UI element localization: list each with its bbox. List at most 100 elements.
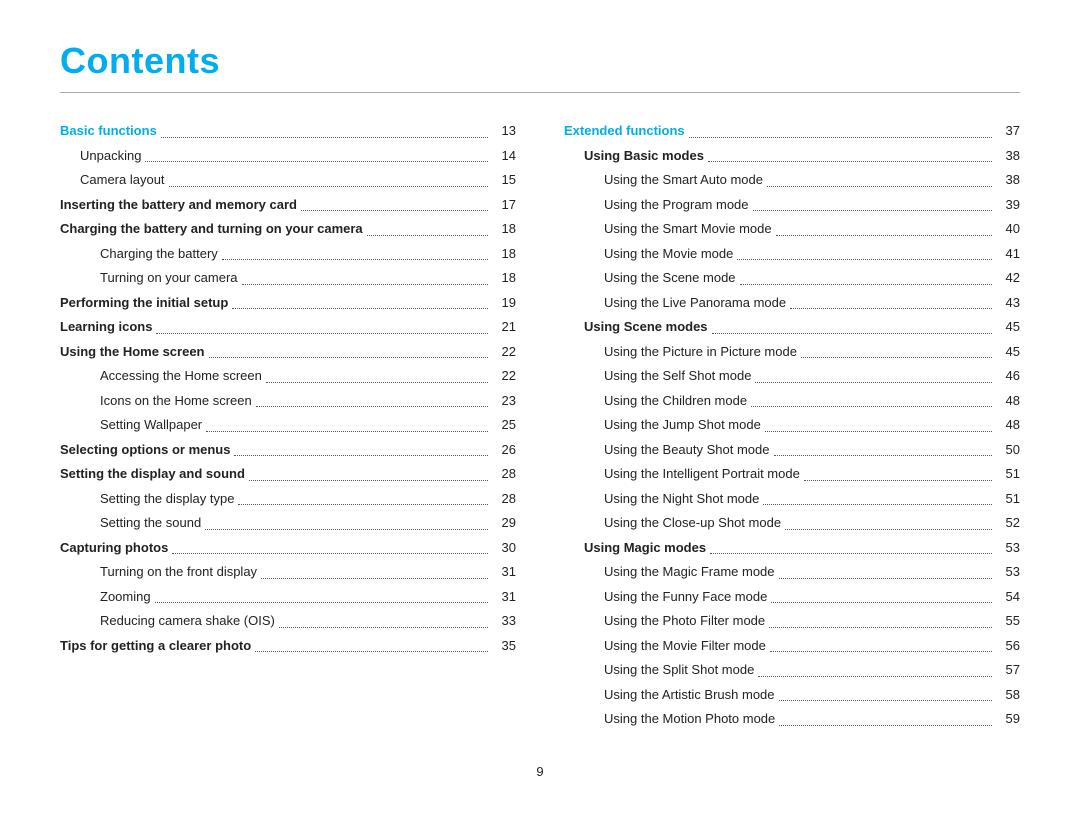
toc-dots (145, 161, 488, 162)
toc-entry: Using the Children mode48 (564, 391, 1020, 411)
toc-dots (765, 431, 992, 432)
toc-label: Charging the battery and turning on your… (60, 219, 363, 239)
toc-entry: Using Scene modes45 (564, 317, 1020, 337)
toc-entry: Using the Photo Filter mode55 (564, 611, 1020, 631)
toc-page: 35 (492, 636, 516, 656)
toc-entry: Inserting the battery and memory card17 (60, 195, 516, 215)
toc-dots (708, 161, 992, 162)
toc-columns: Basic functions13 Unpacking14 Camera layou… (60, 121, 1020, 734)
toc-label: Setting the sound (60, 513, 201, 533)
toc-entry: Performing the initial setup19 (60, 293, 516, 313)
toc-dots (753, 210, 992, 211)
toc-page: 37 (996, 121, 1020, 141)
toc-label: Using Basic modes (564, 146, 704, 166)
toc-entry: Using the Movie Filter mode56 (564, 636, 1020, 656)
page-title: Contents (60, 40, 1020, 82)
toc-dots (234, 455, 488, 456)
toc-dots (206, 431, 488, 432)
toc-entry: Using the Program mode 39 (564, 195, 1020, 215)
toc-label: Capturing photos (60, 538, 168, 558)
toc-entry: Using the Live Panorama mode43 (564, 293, 1020, 313)
toc-page: 22 (492, 342, 516, 362)
toc-dots (249, 480, 488, 481)
toc-dots (155, 602, 488, 603)
toc-label: Using the Beauty Shot mode (564, 440, 770, 460)
toc-dots (758, 676, 992, 677)
toc-page: 53 (996, 538, 1020, 558)
toc-label: Using the Live Panorama mode (564, 293, 786, 313)
toc-dots (767, 186, 992, 187)
toc-label: Setting the display and sound (60, 464, 245, 484)
toc-dots (222, 259, 488, 260)
toc-label: Zooming (60, 587, 151, 607)
toc-page: 18 (492, 244, 516, 264)
toc-dots (238, 504, 488, 505)
toc-page: 28 (492, 464, 516, 484)
toc-label: Turning on your camera (60, 268, 238, 288)
toc-page: 56 (996, 636, 1020, 656)
toc-dots (156, 333, 488, 334)
toc-page: 38 (996, 170, 1020, 190)
toc-page: 58 (996, 685, 1020, 705)
toc-label: Using the Close-up Shot mode (564, 513, 781, 533)
toc-entry: Turning on your camera18 (60, 268, 516, 288)
toc-page: 42 (996, 268, 1020, 288)
toc-entry: Using the Smart Auto mode 38 (564, 170, 1020, 190)
toc-dots (710, 553, 992, 554)
toc-entry: Setting the sound29 (60, 513, 516, 533)
toc-label: Selecting options or menus (60, 440, 230, 460)
toc-entry: Using the Movie mode41 (564, 244, 1020, 264)
toc-entry: Zooming 31 (60, 587, 516, 607)
toc-label: Learning icons (60, 317, 152, 337)
toc-dots (755, 382, 992, 383)
toc-entry: Setting the display and sound 28 (60, 464, 516, 484)
toc-dots (255, 651, 488, 652)
toc-dots (261, 578, 488, 579)
toc-label: Reducing camera shake (OIS) (60, 611, 275, 631)
toc-entry: Using the Smart Movie mode40 (564, 219, 1020, 239)
toc-entry: Setting the display type28 (60, 489, 516, 509)
toc-entry: Capturing photos 30 (60, 538, 516, 558)
toc-dots (689, 137, 992, 138)
toc-entry: Using the Scene mode42 (564, 268, 1020, 288)
toc-page: 41 (996, 244, 1020, 264)
toc-entry: Camera layout15 (60, 170, 516, 190)
toc-dots (242, 284, 488, 285)
toc-dots (172, 553, 488, 554)
toc-entry: Accessing the Home screen22 (60, 366, 516, 386)
toc-entry: Using the Motion Photo mode59 (564, 709, 1020, 729)
toc-label: Using Magic modes (564, 538, 706, 558)
toc-dots (169, 186, 488, 187)
toc-page: 45 (996, 342, 1020, 362)
toc-page: 45 (996, 317, 1020, 337)
toc-page: 39 (996, 195, 1020, 215)
toc-label: Using the Smart Auto mode (564, 170, 763, 190)
toc-entry: Selecting options or menus26 (60, 440, 516, 460)
toc-dots (771, 602, 992, 603)
toc-label: Tips for getting a clearer photo (60, 636, 251, 656)
toc-page: 31 (492, 587, 516, 607)
toc-dots (209, 357, 489, 358)
toc-label: Using the Split Shot mode (564, 660, 754, 680)
toc-label: Using the Jump Shot mode (564, 415, 761, 435)
toc-page: 55 (996, 611, 1020, 631)
toc-entry: Extended functions37 (564, 121, 1020, 141)
toc-page: 48 (996, 391, 1020, 411)
toc-page: 30 (492, 538, 516, 558)
toc-label: Using the Home screen (60, 342, 205, 362)
toc-page: 19 (492, 293, 516, 313)
toc-entry: Using the Artistic Brush mode 58 (564, 685, 1020, 705)
toc-label: Using the Program mode (564, 195, 749, 215)
toc-dots (266, 382, 488, 383)
toc-dots (774, 455, 993, 456)
toc-entry: Basic functions13 (60, 121, 516, 141)
toc-label: Using the Funny Face mode (564, 587, 767, 607)
toc-entry: Using the Self Shot mode46 (564, 366, 1020, 386)
toc-page: 17 (492, 195, 516, 215)
toc-page: 52 (996, 513, 1020, 533)
toc-dots (804, 480, 992, 481)
toc-entry: Unpacking14 (60, 146, 516, 166)
toc-entry: Charging the battery18 (60, 244, 516, 264)
divider (60, 92, 1020, 93)
toc-label: Using the Artistic Brush mode (564, 685, 775, 705)
